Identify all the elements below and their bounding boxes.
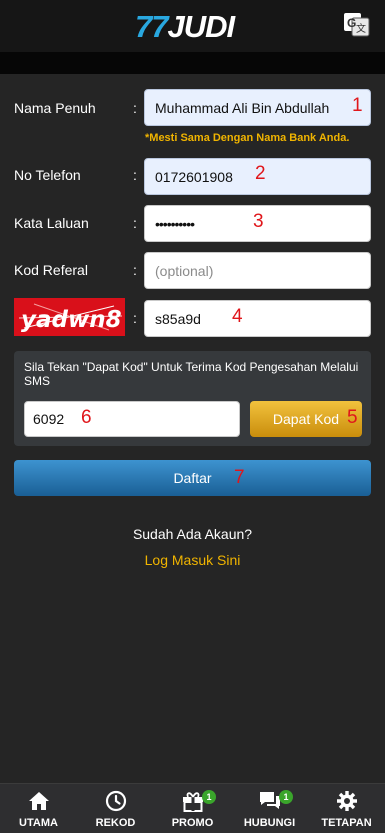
register-button[interactable]: Daftar bbox=[14, 460, 371, 496]
step-marker-4: 4 bbox=[232, 306, 243, 327]
captcha-colon: : bbox=[133, 310, 137, 326]
captcha-value: s85a9d bbox=[155, 310, 201, 327]
step-marker-1: 1 bbox=[352, 95, 363, 116]
sms-instruction: Sila Tekan "Dapat Kod" Untuk Terima Kod … bbox=[24, 360, 359, 388]
google-translate-icon[interactable]: G 文 bbox=[344, 13, 370, 37]
referral-label: Kod Referal bbox=[14, 262, 88, 278]
get-code-button[interactable]: Dapat Kod bbox=[250, 401, 362, 437]
referral-input[interactable]: (optional) bbox=[144, 252, 371, 289]
svg-text:文: 文 bbox=[356, 22, 366, 35]
full-name-input[interactable]: Muhammad Ali Bin Abdullah bbox=[144, 89, 371, 126]
nav-item-hubungi[interactable]: 1 HUBUNGI bbox=[231, 784, 308, 833]
step-marker-5: 5 bbox=[347, 407, 358, 428]
bottom-nav: UTAMA REKOD 1 PROMO 1 HUBUNGI TETAPAN bbox=[0, 783, 385, 833]
password-colon: : bbox=[133, 215, 137, 231]
get-code-label: Dapat Kod bbox=[272, 411, 340, 427]
hubungi-badge: 1 bbox=[279, 790, 293, 804]
logo-word: JUDI bbox=[167, 9, 235, 44]
captcha-input[interactable]: s85a9d bbox=[144, 300, 371, 337]
promo-badge: 1 bbox=[202, 790, 216, 804]
full-name-value: Muhammad Ali Bin Abdullah bbox=[155, 99, 330, 116]
gift-icon bbox=[183, 792, 203, 812]
referral-colon: : bbox=[133, 262, 137, 278]
brand-logo[interactable]: 77JUDI bbox=[135, 9, 235, 45]
phone-colon: : bbox=[133, 167, 137, 183]
nav-label-rekod: REKOD bbox=[95, 817, 136, 829]
password-label: Kata Laluan bbox=[14, 215, 89, 231]
nav-item-utama[interactable]: UTAMA bbox=[0, 784, 77, 833]
clock-icon bbox=[105, 790, 127, 812]
chat-icon bbox=[260, 792, 280, 809]
step-marker-3: 3 bbox=[253, 211, 264, 232]
captcha-image[interactable]: yadwn8 bbox=[14, 298, 125, 336]
registration-form: Nama Penuh : Muhammad Ali Bin Abdullah 1… bbox=[0, 74, 385, 783]
home-icon bbox=[29, 792, 49, 810]
login-link[interactable]: Log Masuk Sini bbox=[0, 552, 385, 568]
gear-icon bbox=[337, 791, 357, 811]
svg-text:G: G bbox=[347, 16, 356, 30]
full-name-label: Nama Penuh bbox=[14, 100, 96, 116]
nav-item-promo[interactable]: 1 PROMO bbox=[154, 784, 231, 833]
captcha-text: yadwn8 bbox=[21, 307, 122, 333]
app-header: 77JUDI G 文 bbox=[0, 0, 385, 52]
nav-item-tetapan[interactable]: TETAPAN bbox=[308, 784, 385, 833]
sms-code-input[interactable]: 6092 bbox=[24, 401, 240, 437]
logo-number: 77 bbox=[135, 9, 168, 44]
step-marker-2: 2 bbox=[255, 163, 266, 184]
sms-code-value: 6092 bbox=[33, 411, 65, 427]
nav-label-utama: UTAMA bbox=[19, 817, 58, 829]
password-value: •••••••••• bbox=[155, 215, 195, 232]
referral-placeholder: (optional) bbox=[155, 262, 214, 279]
step-marker-7: 7 bbox=[234, 467, 245, 488]
nav-label-hubungi: HUBUNGI bbox=[243, 817, 296, 829]
phone-label: No Telefon bbox=[14, 167, 81, 183]
full-name-hint: *Mesti Sama Dengan Nama Bank Anda. bbox=[145, 132, 350, 144]
already-account-text: Sudah Ada Akaun? bbox=[132, 526, 253, 542]
full-name-colon: : bbox=[133, 100, 137, 116]
nav-item-rekod[interactable]: REKOD bbox=[77, 784, 154, 833]
phone-value: 0172601908 bbox=[155, 168, 233, 185]
nav-label-promo: PROMO bbox=[171, 817, 214, 829]
register-label: Daftar bbox=[173, 470, 212, 486]
sms-verification-box: Sila Tekan "Dapat Kod" Untuk Terima Kod … bbox=[14, 351, 371, 446]
step-marker-6: 6 bbox=[81, 407, 92, 428]
nav-label-tetapan: TETAPAN bbox=[321, 817, 372, 829]
header-strip bbox=[0, 52, 385, 74]
